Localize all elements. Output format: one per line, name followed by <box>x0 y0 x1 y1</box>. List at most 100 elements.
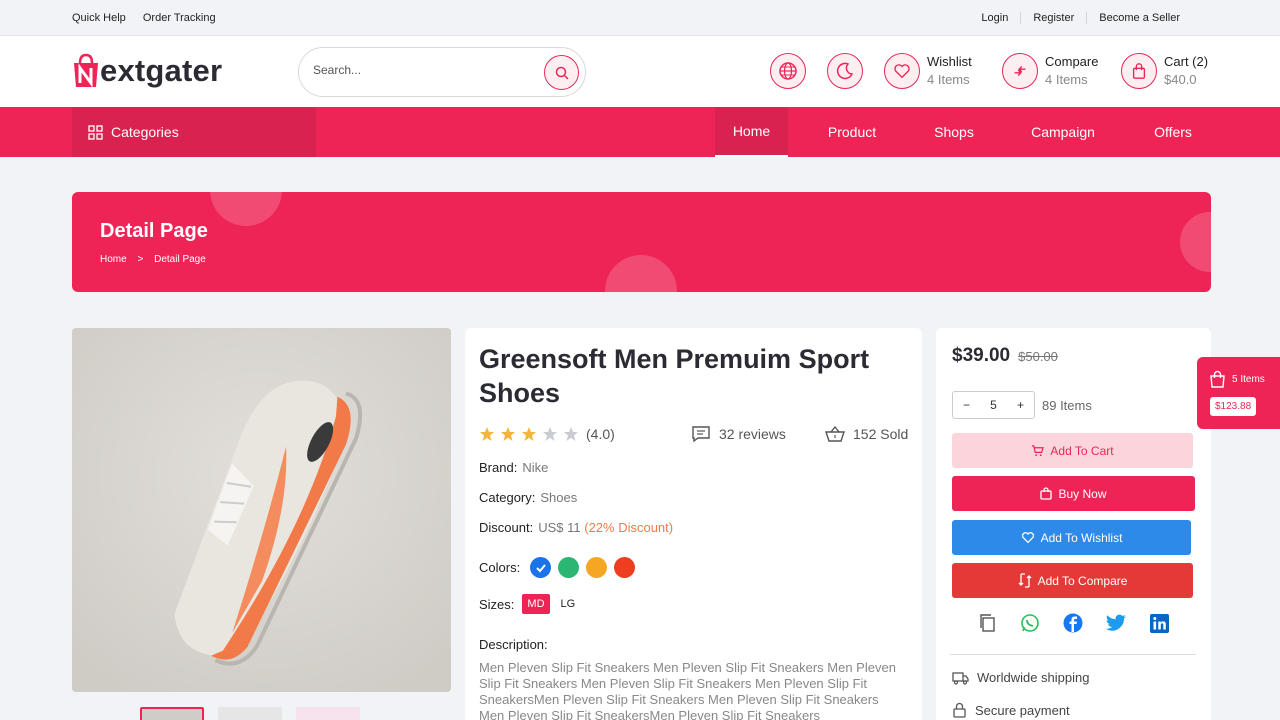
purchase-card: $39.00 $50.00 − 5 + 89 Items Add To Cart… <box>936 328 1211 720</box>
thumbnail-2[interactable] <box>218 707 282 720</box>
nav-shops[interactable]: Shops <box>922 107 986 157</box>
feature-label: Secure payment <box>975 702 1070 718</box>
copy-icon <box>980 614 995 632</box>
compare-header[interactable]: Compare 4 Items <box>1002 53 1098 89</box>
search-bar <box>298 47 586 97</box>
color-swatch-blue[interactable] <box>530 557 552 578</box>
copy-link-button[interactable] <box>976 612 998 634</box>
share-facebook-button[interactable] <box>1062 612 1084 634</box>
qty-value[interactable]: 5 <box>990 398 997 412</box>
add-to-compare-button[interactable]: Add To Compare <box>952 563 1193 598</box>
top-bar: Quick Help Order Tracking Login Register… <box>0 0 1280 36</box>
comment-icon <box>692 426 710 443</box>
description-label: Description: <box>479 637 548 652</box>
order-tracking-link[interactable]: Order Tracking <box>143 12 216 24</box>
compare-arrows-icon <box>1014 66 1026 76</box>
current-price: $39.00 <box>952 345 1011 366</box>
login-link[interactable]: Login <box>969 12 1020 24</box>
page-banner: Detail Page Home > Detail Page <box>72 192 1211 292</box>
dark-mode-button[interactable] <box>827 53 863 89</box>
sizes-row: Sizes: MD LG <box>479 594 580 614</box>
rating-value: (4.0) <box>586 426 615 442</box>
sizes-label: Sizes: <box>479 596 515 612</box>
search-button[interactable] <box>544 55 579 90</box>
floating-cart-widget[interactable]: 5 Items $123.88 <box>1197 357 1280 429</box>
nav-home[interactable]: Home <box>715 107 788 157</box>
size-option-lg[interactable]: LG <box>556 594 581 614</box>
categories-button[interactable]: Categories <box>72 107 316 157</box>
grid-icon <box>88 124 103 140</box>
colors-label: Colors: <box>479 560 521 575</box>
star-filled-icon <box>522 427 536 441</box>
add-to-wishlist-button[interactable]: Add To Wishlist <box>952 520 1191 555</box>
discount-percent: (22% Discount) <box>584 520 674 535</box>
reviews-link[interactable]: 32 reviews <box>691 425 786 443</box>
floating-cart-count: 5 Items <box>1232 373 1265 385</box>
shopping-bag-icon <box>1040 487 1053 500</box>
sold-info: 152 Sold <box>824 425 908 443</box>
breadcrumb: Home > Detail Page <box>100 254 206 265</box>
top-links-left: Quick Help Order Tracking <box>72 12 230 24</box>
logo-bag-icon <box>74 53 98 88</box>
product-title: Greensoft Men Premuim Sport Shoes <box>479 344 870 408</box>
cart-header[interactable]: Cart (2) $40.0 <box>1121 53 1208 89</box>
language-button[interactable] <box>770 53 806 89</box>
category-label: Category: <box>479 490 536 505</box>
share-linkedin-button[interactable] <box>1148 612 1170 634</box>
thumbnail-1[interactable] <box>140 707 204 720</box>
nav-product[interactable]: Product <box>815 107 889 157</box>
size-option-md[interactable]: MD <box>522 594 550 614</box>
thumbnail-3[interactable] <box>296 707 360 720</box>
brand-value: Nike <box>522 460 549 475</box>
qty-increment-button[interactable]: + <box>1017 398 1024 412</box>
share-icons <box>976 612 1191 634</box>
share-twitter-button[interactable] <box>1105 612 1127 634</box>
description-text: Men Pleven Slip Fit Sneakers Men Pleven … <box>479 660 896 720</box>
compare-header-button[interactable] <box>1002 53 1038 89</box>
stock-count: 89 Items <box>1042 398 1092 413</box>
qty-decrement-button[interactable]: − <box>963 398 970 412</box>
product-image <box>72 328 451 692</box>
add-to-wishlist-label: Add To Wishlist <box>1040 530 1123 545</box>
add-to-cart-label: Add To Cart <box>1050 443 1114 458</box>
top-links-right: Login Register Become a Seller <box>969 12 1192 24</box>
add-to-cart-button[interactable]: Add To Cart <box>952 433 1193 468</box>
wishlist-header[interactable]: Wishlist 4 Items <box>884 53 972 89</box>
nav-offers[interactable]: Offers <box>1140 107 1206 157</box>
check-icon <box>535 563 546 572</box>
register-link[interactable]: Register <box>1020 12 1086 24</box>
cart-header-button[interactable] <box>1121 53 1157 89</box>
search-input[interactable] <box>313 63 533 77</box>
share-whatsapp-button[interactable] <box>1019 612 1041 634</box>
moon-icon <box>836 62 854 80</box>
product-rating: (4.0) <box>479 426 615 442</box>
nav-campaign[interactable]: Campaign <box>1020 107 1106 157</box>
compare-label: Compare <box>1045 54 1099 69</box>
category-row: Category: Shoes <box>479 490 577 505</box>
wishlist-header-button[interactable] <box>884 53 920 89</box>
reviews-count: 32 reviews <box>719 426 786 442</box>
brand-label: Brand: <box>479 460 518 475</box>
color-swatch-green[interactable] <box>558 557 580 578</box>
color-swatch-orange[interactable] <box>586 557 608 578</box>
breadcrumb-home[interactable]: Home <box>100 254 127 265</box>
heart-icon <box>894 64 910 79</box>
twitter-icon <box>1105 614 1126 631</box>
heart-icon <box>1021 532 1034 544</box>
shopping-bag-icon <box>1210 370 1225 388</box>
color-swatch-red[interactable] <box>614 557 636 578</box>
cart-label: Cart (2) <box>1164 54 1209 69</box>
floating-cart-items: 5 Items <box>1209 370 1265 388</box>
star-filled-icon <box>501 427 515 441</box>
become-seller-link[interactable]: Become a Seller <box>1086 12 1192 24</box>
compare-count: 4 Items <box>1045 72 1088 87</box>
wishlist-count: 4 Items <box>927 72 970 87</box>
discount-label: Discount: <box>479 520 534 535</box>
breadcrumb-current: Detail Page <box>154 254 206 265</box>
buy-now-button[interactable]: Buy Now <box>952 476 1195 511</box>
banner-bubble <box>210 192 282 226</box>
logo[interactable]: extgater <box>72 50 222 92</box>
quick-help-link[interactable]: Quick Help <box>72 12 126 24</box>
feature-label: Worldwide shipping <box>977 670 1090 685</box>
linkedin-icon <box>1149 613 1169 633</box>
